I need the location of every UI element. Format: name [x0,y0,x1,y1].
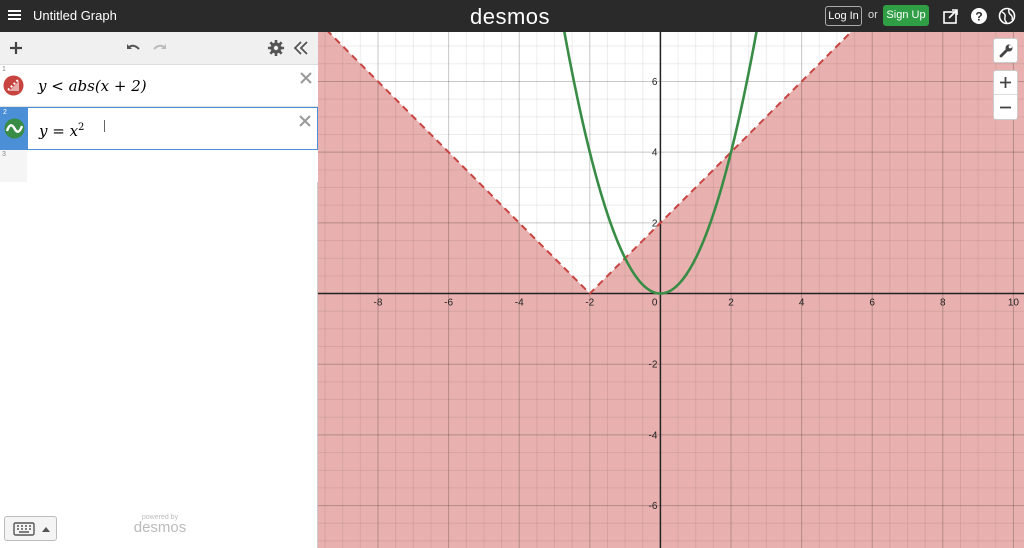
y-tick-label: -4 [649,430,658,441]
signup-button[interactable]: Sign Up [883,5,929,26]
graph-canvas[interactable]: -8 -6 -4 -2 0 2 4 6 8 10 2 4 6 -2 -4 -6 [318,32,1024,548]
close-icon[interactable] [298,114,312,128]
expression-number: 1 [2,66,6,73]
inequality-shade-icon[interactable] [3,75,24,96]
powered-by-logo: desmos [133,519,187,536]
graph-title[interactable]: Untitled Graph [33,8,117,23]
x-tick-label: 6 [869,298,875,309]
zoom-out-icon [1000,106,1011,109]
help-icon[interactable]: ? [969,6,989,26]
double-chevron-left-icon[interactable] [292,39,310,57]
expression-2-base: y = x [39,122,79,140]
x-tick-label: -6 [444,298,453,309]
or-text: or [868,9,878,21]
function-wave-icon[interactable] [4,118,25,139]
desmos-logo: desmos [470,4,551,29]
expression-number: 3 [2,151,6,158]
login-button[interactable]: Log In [825,6,862,26]
redo-icon[interactable] [151,39,169,57]
expression-gutter: 3 [0,150,27,182]
powered-by-desmos[interactable]: powered by desmos [130,514,190,535]
expression-number: 2 [3,109,7,116]
zoom-controls [993,70,1018,120]
x-tick-label: 0 [652,298,658,309]
expression-row-3[interactable]: 3 [0,150,318,182]
share-icon[interactable] [941,6,961,26]
undo-icon[interactable] [124,39,142,57]
text-cursor [104,120,105,132]
wrench-icon [999,44,1013,58]
zoom-in-icon [1000,77,1011,88]
caret-up-icon [42,527,50,532]
y-tick-label: 2 [652,218,658,229]
close-icon[interactable] [299,71,313,85]
x-tick-label: 8 [940,298,946,309]
expression-row-1[interactable]: 1 y < abs(x + 2) [0,65,318,107]
x-tick-label: -2 [585,298,594,309]
expression-gutter: 2 [1,108,28,149]
gear-icon[interactable] [267,39,285,57]
expression-2-text[interactable]: y = x2 [39,122,84,140]
y-tick-label: 4 [652,148,658,159]
expression-2-exponent: 2 [78,122,85,133]
zoom-in-button[interactable] [994,71,1017,95]
graph-svg[interactable]: -8 -6 -4 -2 0 2 4 6 8 10 2 4 6 -2 -4 -6 [318,32,1024,548]
top-bar: Untitled Graph desmos Log In or Sign Up … [0,0,1024,32]
x-tick-label: 4 [799,298,805,309]
expression-toolbar [0,32,318,65]
keyboard-icon [13,522,35,536]
hamburger-menu-icon[interactable] [8,8,22,24]
expression-panel: 1 y < abs(x + 2) 2 y = x2 3 powered by d… [0,32,318,548]
expression-gutter: 1 [0,65,27,106]
y-tick-label: -2 [649,360,658,371]
graph-settings-button[interactable] [993,38,1018,63]
expression-1-text[interactable]: y < abs(x + 2) [38,77,147,95]
plus-icon[interactable] [7,39,25,57]
keypad-toggle-button[interactable] [4,516,57,541]
expression-row-2[interactable]: 2 y = x2 [0,107,318,150]
x-tick-label: 2 [728,298,734,309]
y-tick-label: 6 [652,77,658,88]
svg-text:?: ? [975,10,982,24]
x-tick-label: -4 [515,298,524,309]
globe-icon[interactable] [997,6,1017,26]
x-tick-label: -8 [374,298,383,309]
y-tick-label: -6 [649,501,658,512]
x-tick-label: 10 [1008,298,1020,309]
zoom-out-button[interactable] [994,96,1017,120]
